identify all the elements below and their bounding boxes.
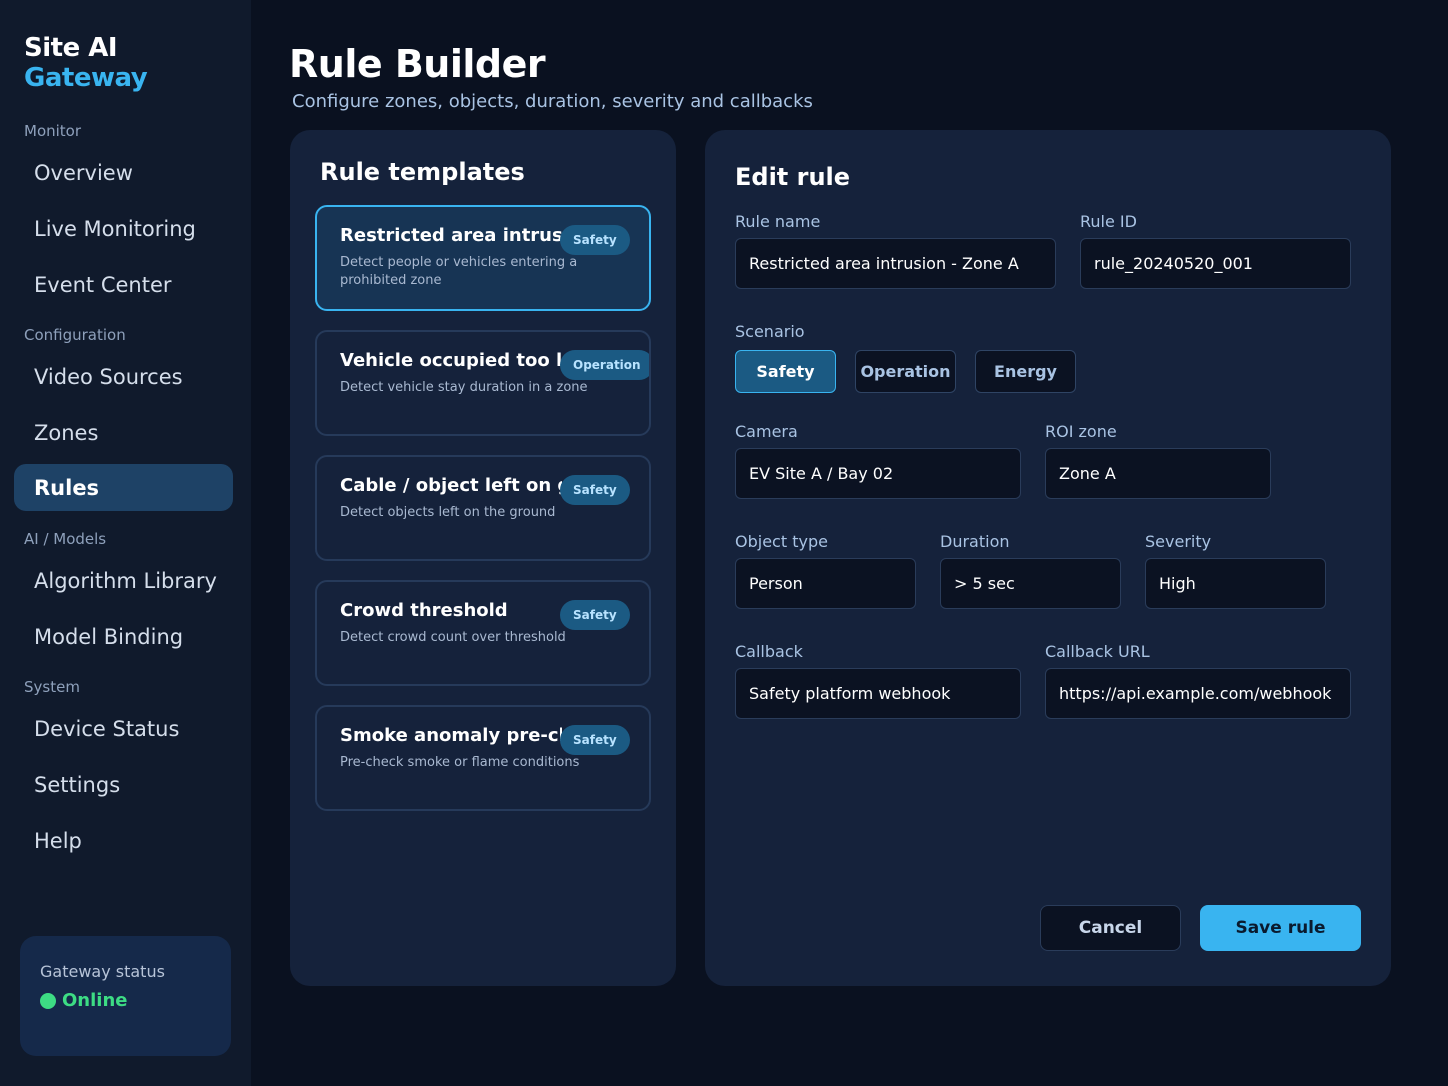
sidebar-item-video-sources[interactable]: Video Sources [14, 353, 233, 400]
cancel-button[interactable]: Cancel [1040, 905, 1181, 951]
template-card-desc: Detect people or vehicles entering a pro… [340, 255, 578, 288]
scenario-option-operation[interactable]: Operation [855, 350, 956, 393]
rule-templates-panel: Rule templates Restricted area intrusion… [290, 130, 676, 986]
sidebar-item-algorithm-library[interactable]: Algorithm Library [14, 557, 233, 604]
template-card-title: Cable / object left on ground [340, 475, 562, 496]
template-card-desc: Pre-check smoke or flame conditions [340, 755, 580, 770]
online-dot-icon [40, 992, 56, 1009]
rule-name-input[interactable]: Restricted area intrusion - Zone A [735, 238, 1056, 289]
edit-rule-title: Edit rule [735, 163, 851, 191]
scenario-label: Scenario [735, 322, 805, 341]
callback-label: Callback [735, 642, 803, 661]
template-card-vehicle-occupied[interactable]: Vehicle occupied too long Operation Dete… [315, 330, 651, 436]
template-badge: Safety [560, 600, 630, 630]
sidebar-item-zones[interactable]: Zones [14, 409, 233, 456]
template-card-desc: Detect crowd count over threshold [340, 630, 566, 645]
nav-section-system: System [24, 678, 80, 696]
callback-url-input[interactable]: https://api.example.com/webhook [1045, 668, 1351, 719]
rule-templates-title: Rule templates [320, 158, 525, 186]
save-rule-button[interactable]: Save rule [1200, 905, 1361, 951]
scenario-option-safety[interactable]: Safety [735, 350, 836, 393]
rule-id-label: Rule ID [1080, 212, 1137, 231]
roi-zone-input[interactable]: Zone A [1045, 448, 1271, 499]
severity-input[interactable]: High [1145, 558, 1326, 609]
sidebar-item-live-monitoring[interactable]: Live Monitoring [14, 205, 233, 252]
template-badge: Safety [560, 725, 630, 755]
sidebar-item-device-status[interactable]: Device Status [14, 705, 233, 752]
sidebar: Site AI Gateway Monitor Overview Live Mo… [0, 0, 251, 1086]
severity-label: Severity [1145, 532, 1212, 551]
gateway-status-text: Online [62, 990, 128, 1011]
page-subtitle: Configure zones, objects, duration, seve… [292, 91, 813, 112]
template-card-title: Restricted area intrusion [340, 225, 562, 246]
nav-section-configuration: Configuration [24, 326, 126, 344]
template-card-title: Smoke anomaly pre-check [340, 725, 562, 746]
template-card-cable-object[interactable]: Cable / object left on ground Safety Det… [315, 455, 651, 561]
camera-input[interactable]: EV Site A / Bay 02 [735, 448, 1021, 499]
roi-zone-label: ROI zone [1045, 422, 1117, 441]
duration-label: Duration [940, 532, 1010, 551]
template-card-smoke-anomaly[interactable]: Smoke anomaly pre-check Safety Pre-check… [315, 705, 651, 811]
nav-section-ai-models: AI / Models [24, 530, 107, 548]
template-card-title: Crowd threshold [340, 600, 508, 621]
template-badge: Operation [560, 350, 649, 380]
rule-id-input[interactable]: rule_20240520_001 [1080, 238, 1351, 289]
sidebar-item-help[interactable]: Help [14, 817, 233, 864]
gateway-status-label: Gateway status [40, 962, 165, 981]
page-title: Rule Builder [289, 42, 546, 86]
scenario-option-energy[interactable]: Energy [975, 350, 1076, 393]
template-badge: Safety [560, 225, 630, 255]
rule-name-label: Rule name [735, 212, 821, 231]
callback-url-label: Callback URL [1045, 642, 1150, 661]
duration-input[interactable]: > 5 sec [940, 558, 1121, 609]
template-card-desc: Detect vehicle stay duration in a zone [340, 380, 588, 395]
nav-section-monitor: Monitor [24, 122, 82, 140]
brand-logo: Site AI Gateway [24, 33, 148, 93]
gateway-status-card: Gateway status Online [20, 936, 231, 1056]
template-card-title: Vehicle occupied too long [340, 350, 562, 371]
sidebar-item-rules[interactable]: Rules [14, 464, 233, 511]
gateway-status-value: Online [40, 990, 127, 1011]
brand-name: Site AI [24, 33, 118, 63]
camera-label: Camera [735, 422, 798, 441]
edit-rule-panel: Edit rule Rule name Restricted area intr… [705, 130, 1391, 986]
template-card-desc: Detect objects left on the ground [340, 505, 556, 520]
template-card-crowd-threshold[interactable]: Crowd threshold Safety Detect crowd coun… [315, 580, 651, 686]
template-card-restricted-area[interactable]: Restricted area intrusion Safety Detect … [315, 205, 651, 311]
sidebar-item-event-center[interactable]: Event Center [14, 261, 233, 308]
object-type-input[interactable]: Person [735, 558, 916, 609]
object-type-label: Object type [735, 532, 828, 551]
sidebar-item-overview[interactable]: Overview [14, 149, 233, 196]
callback-input[interactable]: Safety platform webhook [735, 668, 1021, 719]
brand-subname: Gateway [24, 63, 148, 93]
template-badge: Safety [560, 475, 630, 505]
sidebar-item-settings[interactable]: Settings [14, 761, 233, 808]
sidebar-item-model-binding[interactable]: Model Binding [14, 613, 233, 660]
